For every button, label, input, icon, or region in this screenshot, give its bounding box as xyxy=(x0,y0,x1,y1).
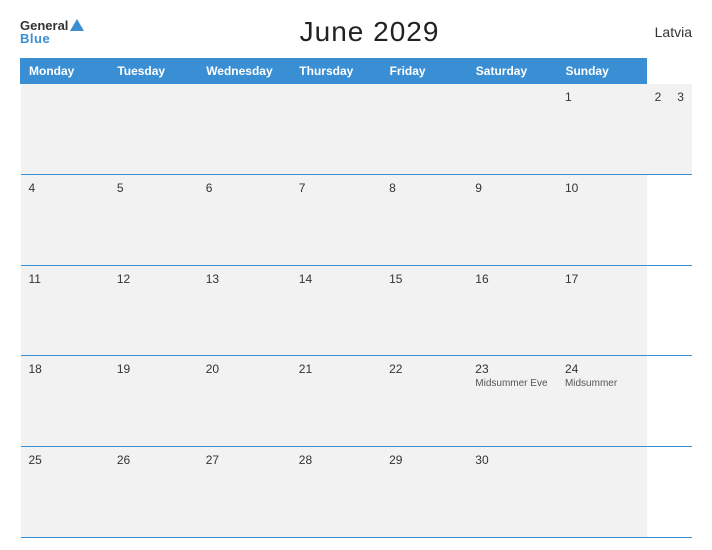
header-thursday: Thursday xyxy=(291,59,381,84)
table-row: 23 Midsummer Eve xyxy=(467,356,557,447)
day-number: 19 xyxy=(117,362,190,376)
table-row: 9 xyxy=(467,174,557,265)
day-number: 1 xyxy=(565,90,639,104)
day-number: 13 xyxy=(206,272,283,286)
day-number: 17 xyxy=(565,272,639,286)
day-number: 10 xyxy=(565,181,639,195)
table-row: 26 xyxy=(109,447,198,538)
table-row xyxy=(21,84,109,175)
day-number: 6 xyxy=(206,181,283,195)
table-row: 17 xyxy=(557,265,647,356)
day-number: 25 xyxy=(29,453,101,467)
day-number: 4 xyxy=(29,181,101,195)
day-number: 24 xyxy=(565,362,639,376)
calendar-week-row: 11 12 13 14 15 16 17 xyxy=(21,265,693,356)
day-number: 20 xyxy=(206,362,283,376)
day-number: 11 xyxy=(29,272,101,286)
day-number: 27 xyxy=(206,453,283,467)
logo-blue-text: Blue xyxy=(20,31,50,46)
table-row: 20 xyxy=(198,356,291,447)
day-number: 9 xyxy=(475,181,549,195)
calendar-week-row: 1 2 3 xyxy=(21,84,693,175)
day-number: 3 xyxy=(677,90,684,104)
day-number: 21 xyxy=(299,362,373,376)
table-row xyxy=(467,84,557,175)
day-number: 30 xyxy=(475,453,549,467)
table-row: 25 xyxy=(21,447,109,538)
day-number: 29 xyxy=(389,453,459,467)
holiday-label: Midsummer Eve xyxy=(475,378,549,390)
table-row: 5 xyxy=(109,174,198,265)
table-row: 6 xyxy=(198,174,291,265)
table-row: 3 xyxy=(669,84,692,175)
day-number: 8 xyxy=(389,181,459,195)
table-row: 28 xyxy=(291,447,381,538)
table-row: 22 xyxy=(381,356,467,447)
header-friday: Friday xyxy=(381,59,467,84)
day-number: 28 xyxy=(299,453,373,467)
table-row: 18 xyxy=(21,356,109,447)
table-row: 4 xyxy=(21,174,109,265)
logo-triangle-icon xyxy=(70,19,84,31)
calendar-week-row: 4 5 6 7 8 9 10 xyxy=(21,174,693,265)
table-row: 15 xyxy=(381,265,467,356)
calendar-table: Monday Tuesday Wednesday Thursday Friday… xyxy=(20,58,692,538)
table-row xyxy=(557,447,647,538)
header-wednesday: Wednesday xyxy=(198,59,291,84)
table-row: 1 xyxy=(557,84,647,175)
table-row xyxy=(198,84,291,175)
table-row: 27 xyxy=(198,447,291,538)
table-row: 11 xyxy=(21,265,109,356)
table-row: 16 xyxy=(467,265,557,356)
calendar-header: General Blue June 2029 Latvia xyxy=(20,16,692,48)
calendar-week-row: 25 26 27 28 29 30 xyxy=(21,447,693,538)
table-row: 12 xyxy=(109,265,198,356)
day-number: 15 xyxy=(389,272,459,286)
table-row: 19 xyxy=(109,356,198,447)
day-number: 7 xyxy=(299,181,373,195)
day-number: 2 xyxy=(655,90,662,104)
country-label: Latvia xyxy=(655,24,692,40)
day-number: 18 xyxy=(29,362,101,376)
table-row: 2 xyxy=(647,84,670,175)
table-row: 7 xyxy=(291,174,381,265)
day-number: 14 xyxy=(299,272,373,286)
table-row: 21 xyxy=(291,356,381,447)
table-row: 29 xyxy=(381,447,467,538)
table-row: 10 xyxy=(557,174,647,265)
table-row: 13 xyxy=(198,265,291,356)
day-number: 22 xyxy=(389,362,459,376)
calendar-week-row: 18 19 20 21 22 23 Midsummer Eve 24 Midsummer xyxy=(21,356,693,447)
header-tuesday: Tuesday xyxy=(109,59,198,84)
calendar-title: June 2029 xyxy=(300,16,440,48)
day-number: 5 xyxy=(117,181,190,195)
table-row: 30 xyxy=(467,447,557,538)
day-number: 12 xyxy=(117,272,190,286)
header-saturday: Saturday xyxy=(467,59,557,84)
table-row: 8 xyxy=(381,174,467,265)
table-row xyxy=(291,84,381,175)
logo: General Blue xyxy=(20,18,84,46)
header-sunday: Sunday xyxy=(557,59,647,84)
table-row: 24 Midsummer xyxy=(557,356,647,447)
table-row xyxy=(109,84,198,175)
calendar-page: General Blue June 2029 Latvia Monday Tue… xyxy=(0,0,712,550)
day-number: 26 xyxy=(117,453,190,467)
table-row: 14 xyxy=(291,265,381,356)
day-number: 23 xyxy=(475,362,549,376)
table-row xyxy=(381,84,467,175)
weekday-header-row: Monday Tuesday Wednesday Thursday Friday… xyxy=(21,59,693,84)
day-number: 16 xyxy=(475,272,549,286)
header-monday: Monday xyxy=(21,59,109,84)
holiday-label: Midsummer xyxy=(565,378,639,390)
